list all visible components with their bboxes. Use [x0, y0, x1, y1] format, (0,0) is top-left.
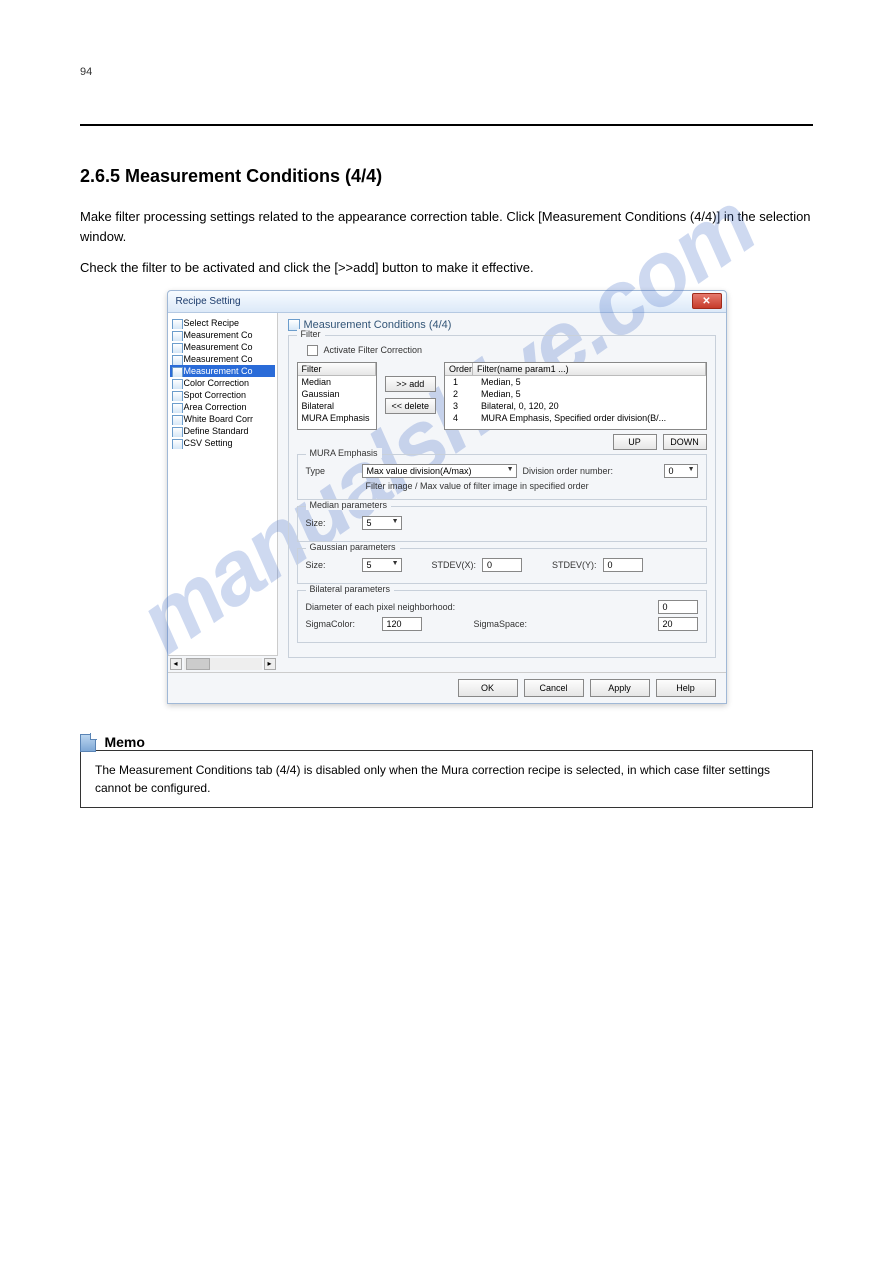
gaussian-stdevx-label: STDEV(X):: [432, 560, 477, 570]
page-number: 94: [80, 66, 813, 78]
tree-item-white-board[interactable]: White Board Corr: [170, 413, 275, 425]
gaussian-legend: Gaussian parameters: [306, 542, 400, 552]
bilateral-sigmacolor-input[interactable]: 120: [382, 617, 422, 631]
page-header: 94: [80, 66, 813, 126]
mura-legend: MURA Emphasis: [306, 448, 382, 458]
up-button[interactable]: UP: [613, 434, 657, 450]
apply-button[interactable]: Apply: [590, 679, 650, 697]
content-title: Measurement Conditions (4/4): [304, 319, 452, 331]
order-row-4[interactable]: 4 MURA Emphasis, Specified order divisio…: [445, 412, 705, 424]
tree-item-measurement-2[interactable]: Measurement Co: [170, 341, 275, 353]
bilateral-sigmaspace-input[interactable]: 20: [658, 617, 698, 631]
dialog-title: Recipe Setting: [176, 296, 692, 307]
order-header-order: Order: [445, 363, 473, 375]
tree-item-csv-setting[interactable]: CSV Setting: [170, 437, 275, 449]
median-size-label: Size:: [306, 518, 356, 528]
order-header-filter: Filter(name param1 ...): [473, 363, 705, 375]
bilateral-sigmacolor-label: SigmaColor:: [306, 619, 376, 629]
scroll-thumb[interactable]: [186, 658, 210, 670]
help-button[interactable]: Help: [656, 679, 716, 697]
close-icon: ✕: [702, 296, 710, 307]
content-pane: Measurement Conditions (4/4) Filter Acti…: [278, 313, 726, 672]
delete-button[interactable]: << delete: [385, 398, 437, 414]
tree-scrollbar[interactable]: ◂ ▸: [168, 655, 278, 672]
intro-text-1: Make filter processing settings related …: [80, 207, 813, 246]
filter-legend: Filter: [297, 329, 325, 339]
gaussian-size-label: Size:: [306, 560, 356, 570]
tree-item-color-correction[interactable]: Color Correction: [170, 377, 275, 389]
activate-filter-label: Activate Filter Correction: [324, 345, 423, 355]
mura-div-label: Division order number:: [523, 466, 614, 476]
tree-item-measurement-1[interactable]: Measurement Co: [170, 329, 275, 341]
tree-item-spot-correction[interactable]: Spot Correction: [170, 389, 275, 401]
gaussian-size-select[interactable]: 5: [362, 558, 402, 572]
filter-fieldset: Filter Activate Filter Correction Filter…: [288, 335, 716, 658]
median-legend: Median parameters: [306, 500, 392, 510]
scroll-left-icon[interactable]: ◂: [170, 658, 182, 670]
order-row-1[interactable]: 1 Median, 5: [445, 376, 705, 388]
bilateral-diameter-input[interactable]: 0: [658, 600, 698, 614]
memo-label: Memo: [104, 734, 144, 750]
mura-type-label: Type: [306, 466, 356, 476]
tree-item-measurement-3[interactable]: Measurement Co: [170, 353, 275, 365]
tree-item-define-standard[interactable]: Define Standard: [170, 425, 275, 437]
intro-text-2: Check the filter to be activated and cli…: [80, 258, 813, 278]
gaussian-stdevx-input[interactable]: 0: [482, 558, 522, 572]
order-row-3[interactable]: 3 Bilateral, 0, 120, 20: [445, 400, 705, 412]
mura-hint: Filter image / Max value of filter image…: [366, 481, 698, 491]
memo-box: The Measurement Conditions tab (4/4) is …: [80, 750, 813, 808]
section-title: 2.6.5 Measurement Conditions (4/4): [80, 166, 813, 187]
bilateral-legend: Bilateral parameters: [306, 584, 395, 594]
filter-item-median[interactable]: Median: [298, 376, 376, 388]
mura-type-select[interactable]: Max value division(A/max): [362, 464, 517, 478]
activate-filter-checkbox[interactable]: [307, 345, 318, 356]
close-button[interactable]: ✕: [692, 293, 722, 309]
bilateral-fieldset: Bilateral parameters Diameter of each pi…: [297, 590, 707, 643]
memo-icon: [80, 734, 96, 752]
gaussian-stdevy-label: STDEV(Y):: [552, 560, 597, 570]
mura-fieldset: MURA Emphasis Type Max value division(A/…: [297, 454, 707, 500]
filter-item-bilateral[interactable]: Bilateral: [298, 400, 376, 412]
scroll-right-icon[interactable]: ▸: [264, 658, 276, 670]
median-fieldset: Median parameters Size: 5: [297, 506, 707, 542]
mura-div-select[interactable]: 0: [664, 464, 698, 478]
filter-header: Filter: [298, 363, 376, 375]
filter-item-gaussian[interactable]: Gaussian: [298, 388, 376, 400]
memo-section: Memo The Measurement Conditions tab (4/4…: [80, 734, 813, 808]
median-size-select[interactable]: 5: [362, 516, 402, 530]
gaussian-stdevy-input[interactable]: 0: [603, 558, 643, 572]
order-row-2[interactable]: 2 Median, 5: [445, 388, 705, 400]
dialog-footer: OK Cancel Apply Help: [168, 672, 726, 703]
order-listbox[interactable]: Order Filter(name param1 ...) 1 Median, …: [444, 362, 706, 430]
recipe-setting-dialog: Recipe Setting ✕ Select Recipe Measureme…: [167, 290, 727, 704]
gaussian-fieldset: Gaussian parameters Size: 5 STDEV(X): 0 …: [297, 548, 707, 584]
dialog-titlebar: Recipe Setting ✕: [168, 291, 726, 313]
bilateral-sigmaspace-label: SigmaSpace:: [474, 619, 528, 629]
down-button[interactable]: DOWN: [663, 434, 707, 450]
tree-item-area-correction[interactable]: Area Correction: [170, 401, 275, 413]
ok-button[interactable]: OK: [458, 679, 518, 697]
add-button[interactable]: >> add: [385, 376, 437, 392]
tree-item-select-recipe[interactable]: Select Recipe: [170, 317, 275, 329]
filter-item-mura[interactable]: MURA Emphasis: [298, 412, 376, 424]
tree-panel: Select Recipe Measurement Co Measurement…: [168, 313, 278, 672]
tree-item-measurement-4[interactable]: Measurement Co: [170, 365, 275, 377]
cancel-button[interactable]: Cancel: [524, 679, 584, 697]
bilateral-diameter-label: Diameter of each pixel neighborhood:: [306, 602, 652, 612]
filter-listbox[interactable]: Filter Median Gaussian Bilateral MURA Em…: [297, 362, 377, 430]
